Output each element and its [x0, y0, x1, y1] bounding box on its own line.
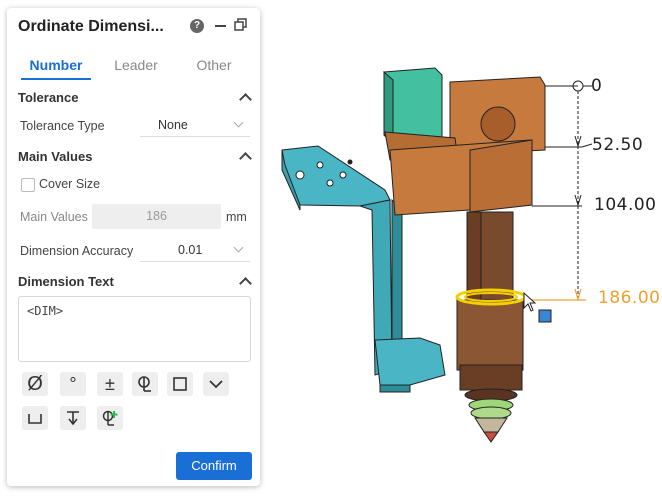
dimension-accuracy-value: 0.01	[178, 243, 203, 257]
tab-leader[interactable]: Leader	[101, 57, 171, 73]
centerline-icon	[138, 376, 151, 392]
counterbore-symbol-button[interactable]	[22, 406, 48, 430]
help-icon[interactable]: ?	[190, 19, 204, 33]
dimension-accuracy-label: Dimension Accuracy	[20, 244, 134, 258]
cursor-icon	[523, 291, 537, 312]
chevron-down-icon	[209, 380, 223, 389]
square-icon	[173, 377, 187, 391]
ordinate-dimension-panel: Ordinate Dimensi... ? Number Leader Othe…	[7, 8, 260, 486]
dimension-text-header: Dimension Text	[18, 274, 114, 289]
main-values-unit: mm	[226, 210, 247, 224]
tolerance-type-label: Tolerance Type	[20, 119, 105, 133]
minimize-icon[interactable]	[215, 25, 226, 27]
main-values-label: Main Values	[20, 210, 88, 224]
square-symbol-button[interactable]	[167, 372, 193, 396]
brown-rod	[466, 211, 514, 303]
tab-bar: Number Leader Other	[7, 54, 260, 82]
green-block	[383, 67, 443, 145]
chevron-down-icon	[233, 117, 244, 128]
3d-viewport[interactable]: 0 52.50 104.00 186.00	[262, 0, 662, 497]
confirm-button[interactable]: Confirm	[176, 452, 252, 480]
restore-window-icon[interactable]	[234, 18, 247, 31]
dimension-text-collapse-icon[interactable]	[239, 277, 252, 290]
main-values-input[interactable]: 186	[92, 204, 221, 229]
add-centerline-icon	[102, 410, 118, 426]
lower-cylinder	[456, 299, 524, 443]
tolerance-type-select[interactable]: None	[140, 116, 250, 137]
active-tab-indicator	[21, 78, 91, 80]
degree-symbol-button[interactable]: °	[60, 372, 86, 396]
dimension-text-area[interactable]: <DIM>	[18, 296, 251, 362]
cover-size-checkbox[interactable]	[21, 178, 35, 192]
diameter-symbol-button[interactable]: Ø	[22, 372, 48, 396]
dimension-label-52-50[interactable]: 52.50	[592, 135, 643, 155]
depth-symbol-button[interactable]	[60, 406, 86, 430]
cad-model-drawing	[281, 67, 593, 443]
dimension-accuracy-select[interactable]: 0.01	[140, 241, 250, 262]
centerline-symbol-button[interactable]	[132, 372, 158, 396]
cover-size-label: Cover Size	[39, 177, 101, 191]
tolerance-type-value: None	[158, 118, 188, 132]
plus-minus-symbol-button[interactable]: ±	[97, 372, 123, 396]
main-values-collapse-icon[interactable]	[239, 152, 252, 165]
dimension-text-value: <DIM>	[27, 304, 64, 318]
drag-handle	[538, 309, 552, 323]
tolerance-collapse-icon[interactable]	[239, 93, 252, 106]
chevron-down-icon	[233, 242, 244, 253]
panel-title: Ordinate Dimensi...	[18, 18, 164, 35]
tab-other[interactable]: Other	[179, 57, 249, 73]
dimension-label-186-00[interactable]: 186.00	[598, 288, 660, 308]
add-symbol-button[interactable]	[97, 406, 123, 430]
counterbore-icon	[28, 414, 42, 424]
dimension-label-104-00[interactable]: 104.00	[594, 195, 656, 215]
depth-icon	[67, 411, 79, 426]
tab-number[interactable]: Number	[21, 57, 91, 73]
more-symbols-button[interactable]	[203, 372, 229, 396]
tolerance-header: Tolerance	[18, 90, 79, 105]
main-values-header: Main Values	[18, 149, 93, 164]
dimension-label-0[interactable]: 0	[591, 76, 602, 96]
